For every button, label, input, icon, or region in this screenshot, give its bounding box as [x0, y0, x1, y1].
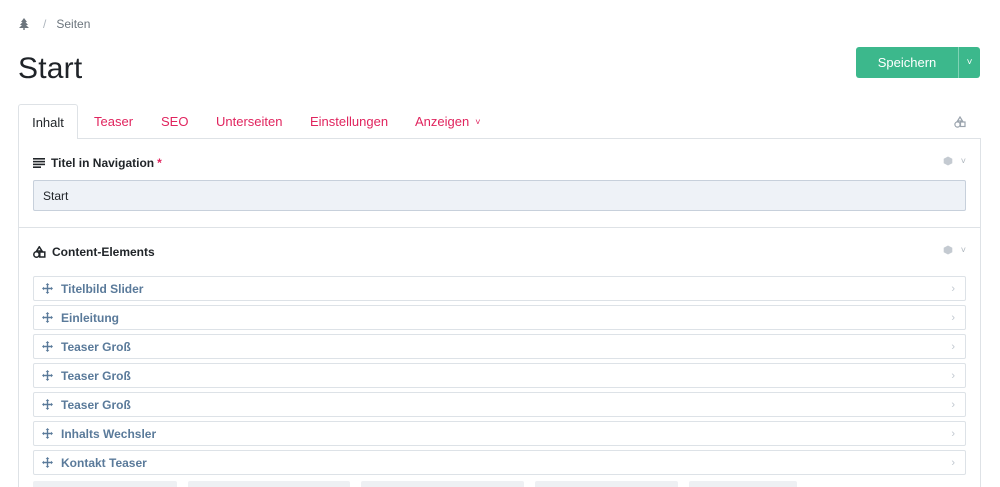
move-handle-icon[interactable]: [42, 457, 53, 468]
move-handle-icon[interactable]: [42, 428, 53, 439]
chevron-right-icon[interactable]: ›: [951, 428, 955, 440]
navigation-title-input[interactable]: [33, 180, 966, 211]
tab-bar: Inhalt Teaser SEO Unterseiten Einstellun…: [18, 104, 981, 140]
language-cube-icon[interactable]: [943, 245, 953, 255]
field-controls: ˅: [943, 245, 966, 255]
content-element-label: Inhalts Wechsler: [61, 426, 157, 441]
chevron-right-icon[interactable]: ›: [951, 312, 955, 324]
move-handle-icon[interactable]: [42, 370, 53, 381]
content-element-label: Teaser Groß: [61, 339, 131, 354]
tab-anzeigen[interactable]: Anzeigen ˅: [415, 104, 480, 139]
content-element-item[interactable]: Inhalts Wechsler ›: [33, 421, 966, 446]
move-handle-icon[interactable]: [42, 399, 53, 410]
add-element-button[interactable]: [33, 481, 177, 487]
navigation-title-panel: Titel in Navigation * ˅: [18, 139, 981, 228]
chevron-right-icon[interactable]: ›: [951, 341, 955, 353]
breadcrumb: / Seiten: [19, 17, 90, 31]
chevron-right-icon[interactable]: ›: [951, 370, 955, 382]
content-element-item[interactable]: Teaser Groß ›: [33, 392, 966, 417]
required-marker: *: [157, 156, 162, 170]
tab-unterseiten[interactable]: Unterseiten: [216, 104, 282, 139]
content-element-label: Kontakt Teaser: [61, 455, 147, 470]
content-element-item[interactable]: Kontakt Teaser ›: [33, 450, 966, 475]
move-handle-icon[interactable]: [42, 283, 53, 294]
move-handle-icon[interactable]: [42, 341, 53, 352]
chevron-right-icon[interactable]: ›: [951, 457, 955, 469]
chevron-right-icon[interactable]: ›: [951, 283, 955, 295]
tab-einstellungen[interactable]: Einstellungen: [310, 104, 388, 139]
chevron-down-icon[interactable]: ˅: [961, 156, 966, 166]
content-elements-panel: Content-Elements ˅ Titelbild Slider › Ei…: [18, 228, 981, 487]
add-element-button[interactable]: [188, 481, 350, 487]
content-elements-list: Titelbild Slider › Einleitung › Teaser G…: [33, 276, 966, 479]
text-lines-icon: [33, 158, 45, 168]
content-element-label: Teaser Groß: [61, 397, 131, 412]
breadcrumb-current[interactable]: Seiten: [56, 17, 90, 31]
content-element-label: Einleitung: [61, 310, 119, 325]
content-element-label: Titelbild Slider: [61, 281, 144, 296]
shapes-icon: [33, 246, 46, 258]
breadcrumb-separator: /: [43, 17, 47, 31]
tab-teaser[interactable]: Teaser: [94, 104, 133, 139]
add-element-button[interactable]: [689, 481, 797, 487]
content-element-item[interactable]: Teaser Groß ›: [33, 363, 966, 388]
language-cube-icon[interactable]: [943, 156, 953, 166]
field-label-navigation-title: Titel in Navigation *: [33, 156, 162, 170]
field-controls: ˅: [943, 156, 966, 166]
add-element-buttons: [33, 481, 797, 487]
content-element-item[interactable]: Einleitung ›: [33, 305, 966, 330]
field-label-content-elements: Content-Elements: [33, 245, 155, 259]
tab-inhalt[interactable]: Inhalt: [18, 104, 78, 140]
shapes-icon[interactable]: [954, 116, 966, 128]
tab-seo[interactable]: SEO: [161, 104, 188, 139]
add-element-button[interactable]: [535, 481, 678, 487]
content-element-item[interactable]: Titelbild Slider ›: [33, 276, 966, 301]
add-element-button[interactable]: [361, 481, 524, 487]
page-title: Start: [18, 52, 83, 85]
move-handle-icon[interactable]: [42, 312, 53, 323]
save-button-group: Speichern ˅: [856, 47, 980, 78]
content-element-item[interactable]: Teaser Groß ›: [33, 334, 966, 359]
tab-anzeigen-label: Anzeigen: [415, 114, 470, 129]
tree-home-icon[interactable]: [19, 18, 29, 30]
chevron-right-icon[interactable]: ›: [951, 399, 955, 411]
chevron-down-icon[interactable]: ˅: [961, 245, 966, 255]
field-label-text: Content-Elements: [52, 245, 155, 259]
save-button[interactable]: Speichern: [856, 47, 958, 78]
chevron-down-icon: ˅: [475, 116, 481, 127]
field-label-text: Titel in Navigation: [51, 156, 155, 170]
chevron-down-icon: ˅: [966, 57, 973, 68]
save-dropdown-button[interactable]: ˅: [958, 47, 980, 78]
content-element-label: Teaser Groß: [61, 368, 131, 383]
